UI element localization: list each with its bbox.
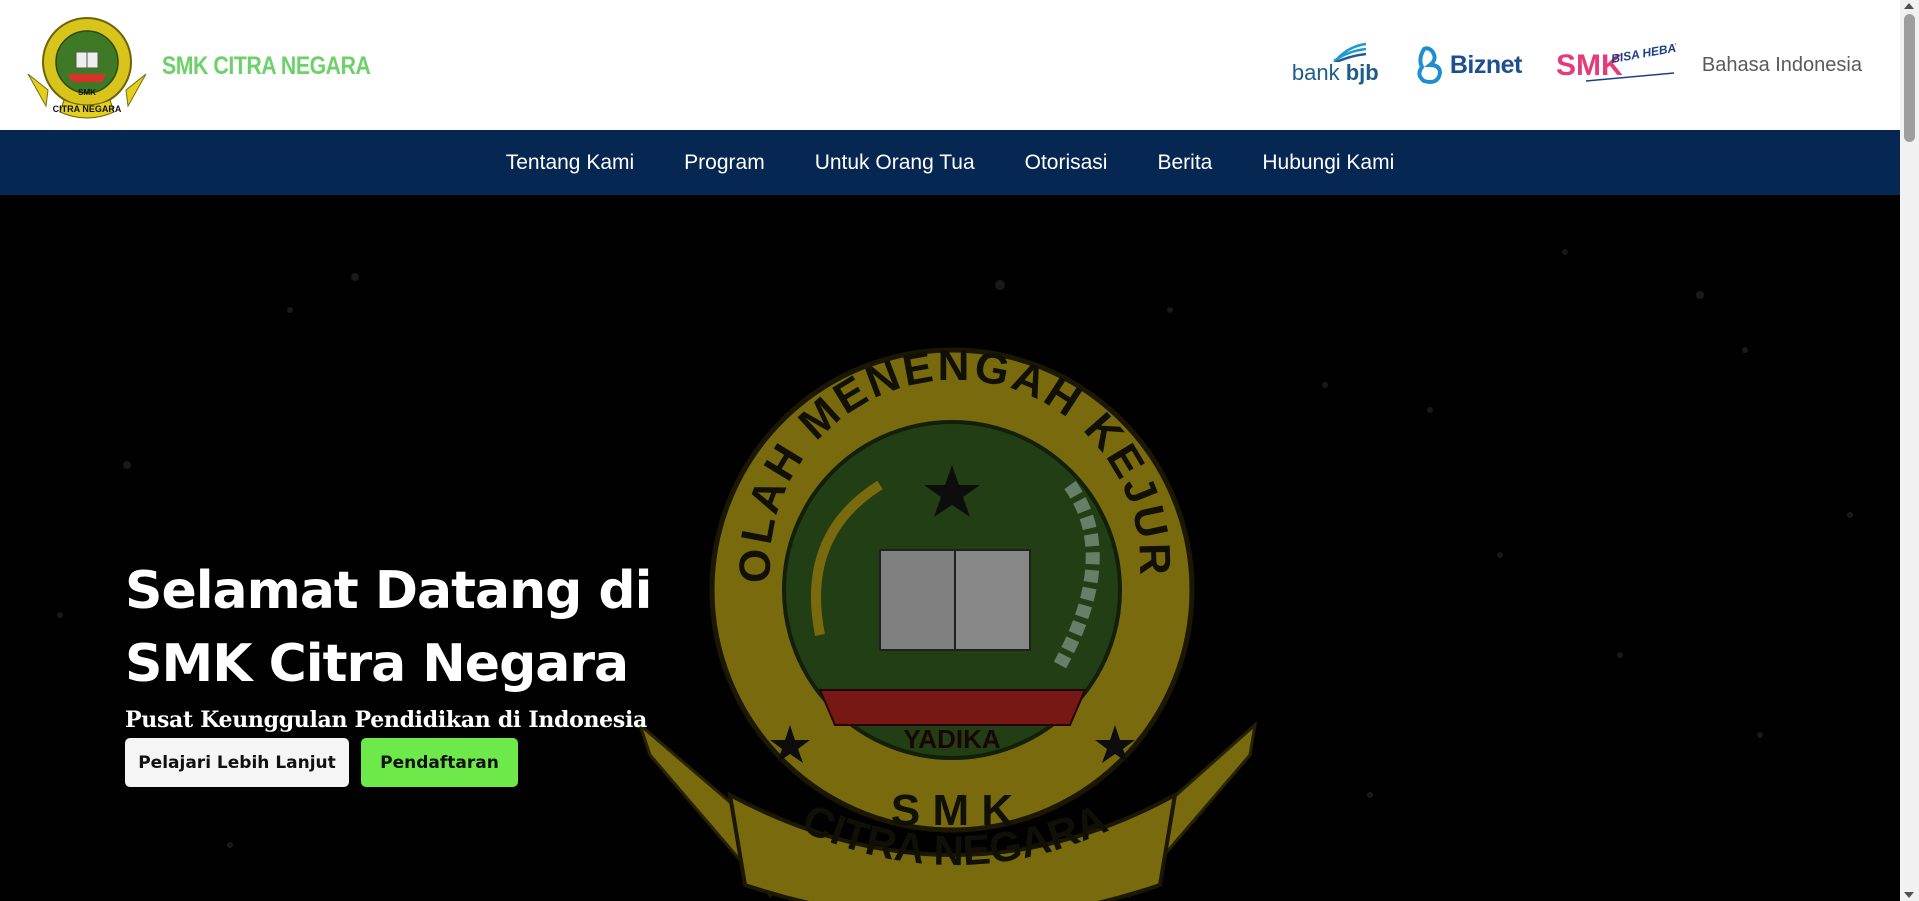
scroll-up-arrow-icon[interactable] (1904, 3, 1914, 9)
hero-section: SEKOLAH MENENGAH KEJURUAN YADIKA S M K C… (0, 195, 1900, 901)
nav-item-tentang-kami[interactable]: Tentang Kami (506, 151, 634, 175)
biznet-b-icon (1417, 46, 1442, 84)
brand-home-link[interactable]: CITRA NEGARA SMK SMK CITRA NEGARA (24, 12, 407, 120)
scrollbar-thumb[interactable] (1904, 14, 1915, 142)
site-header: CITRA NEGARA SMK SMK CITRA NEGARA bank b… (0, 0, 1900, 130)
svg-text:SMK: SMK (78, 88, 96, 97)
partner-logos: bank bjb Biznet SMK BISA HEBAT. Bahasa I… (1258, 40, 1862, 90)
svg-text:CITRA NEGARA: CITRA NEGARA (53, 104, 122, 114)
bank-bjb-logo: bank bjb (1292, 42, 1380, 88)
learn-more-button[interactable]: Pelajari Lebih Lanjut (125, 738, 349, 787)
bjb-swoosh-icon (1333, 42, 1367, 62)
hero-subtitle: Pusat Keunggulan Pendidikan di Indonesia (125, 707, 647, 733)
smk-bisa-hebat-icon: SMK BISA HEBAT. (1556, 43, 1676, 82)
nav-item-otorisasi[interactable]: Otorisasi (1025, 151, 1108, 175)
school-name: SMK CITRA NEGARA (162, 51, 371, 80)
nav-item-hubungi-kami[interactable]: Hubungi Kami (1262, 151, 1394, 175)
school-logo: CITRA NEGARA SMK (27, 17, 147, 119)
scroll-down-arrow-icon[interactable] (1904, 892, 1914, 898)
nav-item-program[interactable]: Program (684, 151, 765, 175)
registration-button[interactable]: Pendaftaran (361, 738, 518, 787)
svg-text:BISA HEBAT.: BISA HEBAT. (1610, 43, 1676, 66)
nav-item-berita[interactable]: Berita (1157, 151, 1212, 175)
smk-bisa-hebat-logo: SMK BISA HEBAT. (1556, 43, 1676, 87)
language-selector[interactable]: Bahasa Indonesia (1702, 54, 1862, 77)
biznet-logo: Biznet (1414, 45, 1522, 85)
page-scrollbar[interactable] (1900, 0, 1919, 901)
hero-title: Selamat Datang di SMK Citra Negara (125, 560, 652, 694)
nav-item-untuk-orang-tua[interactable]: Untuk Orang Tua (815, 151, 975, 175)
hero-background-emblem: SEKOLAH MENENGAH KEJURUAN YADIKA S M K C… (0, 195, 1900, 901)
main-nav: Tentang Kami Program Untuk Orang Tua Oto… (0, 130, 1900, 195)
